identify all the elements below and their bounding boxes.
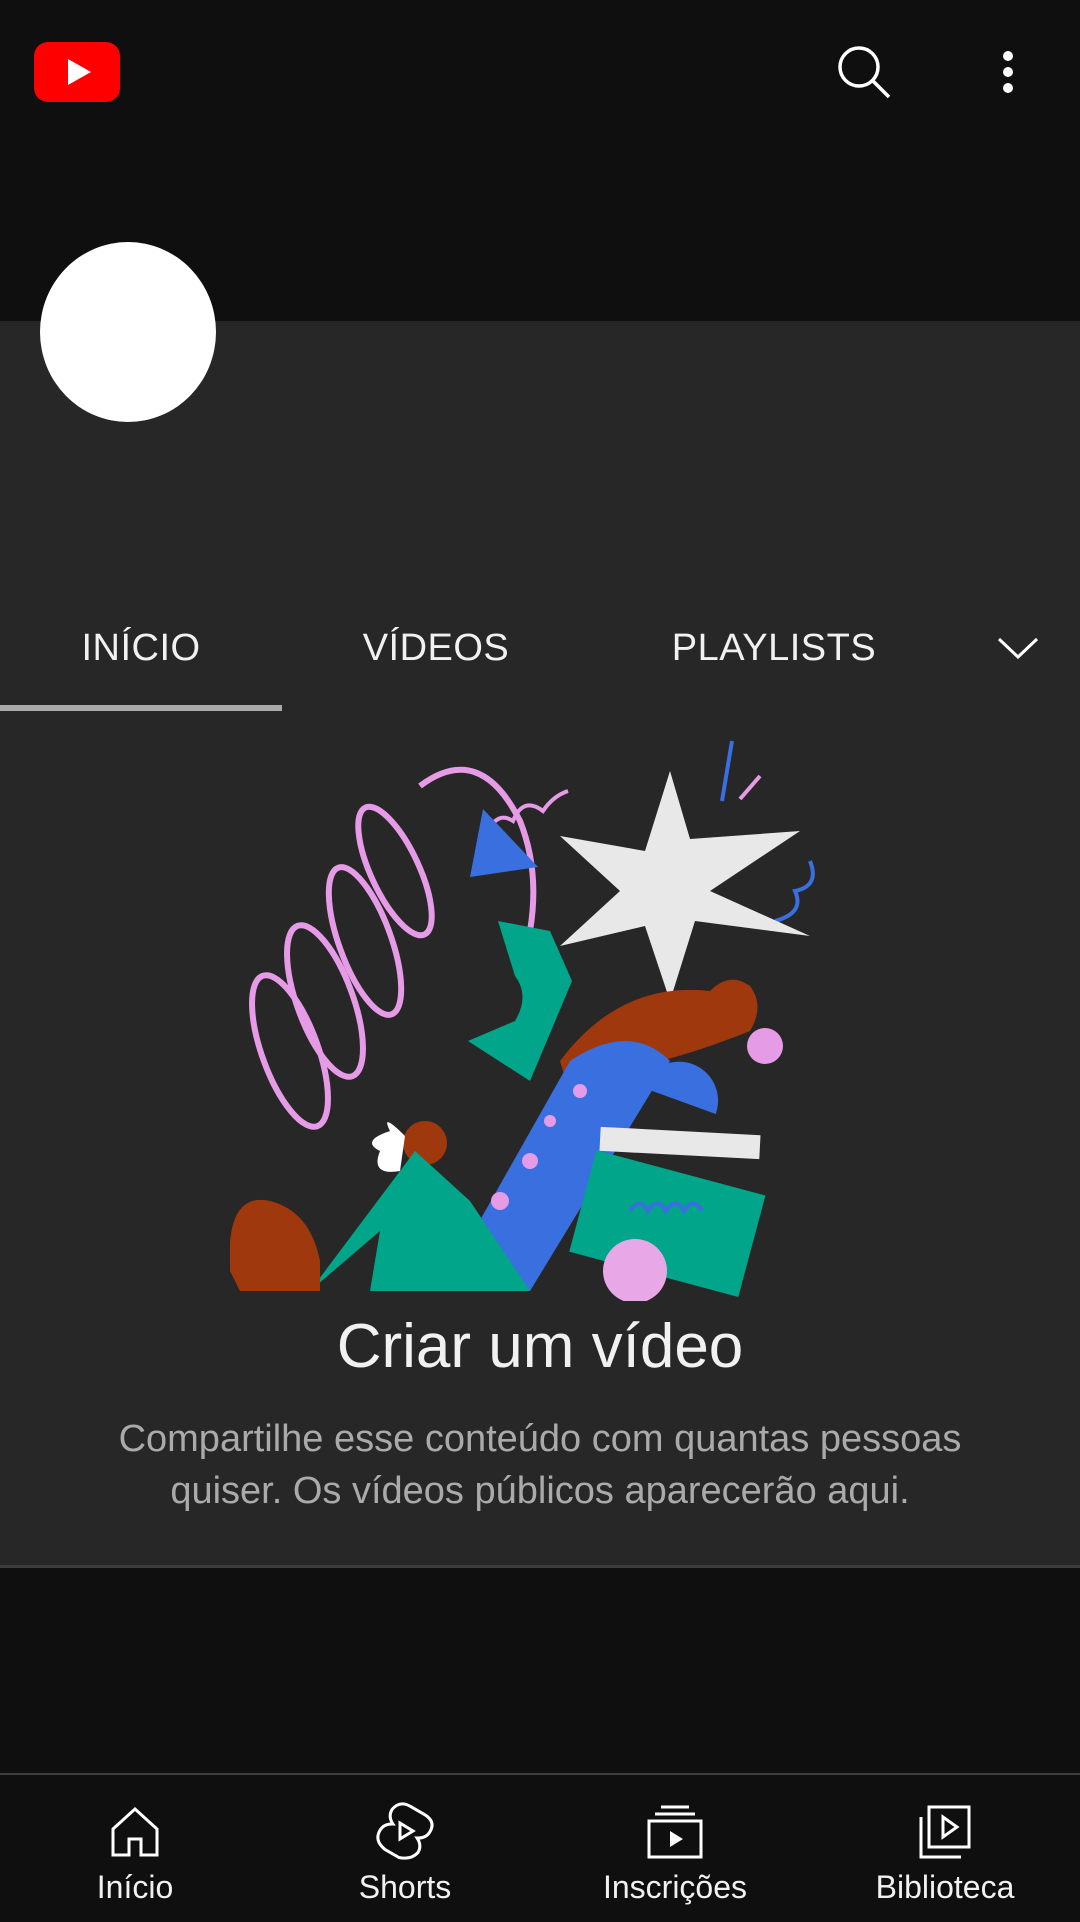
create-video-illustration <box>230 740 815 1301</box>
nav-label: Início <box>96 1869 174 1905</box>
youtube-logo[interactable] <box>34 42 120 102</box>
tab-inicio[interactable]: INÍCIO <box>0 585 282 711</box>
nav-item-shorts[interactable]: Shorts <box>270 1775 540 1922</box>
channel-tabs: INÍCIO VÍDEOS PLAYLISTS <box>0 585 1080 711</box>
nav-item-inscricoes[interactable]: Inscrições <box>540 1775 810 1922</box>
nav-label: Biblioteca <box>875 1869 1015 1905</box>
tab-playlists[interactable]: PLAYLISTS <box>590 585 958 711</box>
tab-videos[interactable]: VÍDEOS <box>282 585 590 711</box>
chevron-down-icon[interactable] <box>972 585 1064 711</box>
nav-label: Inscrições <box>602 1869 748 1905</box>
nav-label: Shorts <box>358 1869 452 1905</box>
home-icon <box>111 1806 159 1857</box>
shorts-icon <box>376 1802 434 1860</box>
library-icon <box>919 1805 971 1859</box>
page-background <box>0 1568 1080 1773</box>
search-icon[interactable] <box>828 36 900 108</box>
empty-state-description: Compartilhe esse conteúdo com quantas pe… <box>118 1418 962 1512</box>
nav-item-biblioteca[interactable]: Biblioteca <box>810 1775 1080 1922</box>
empty-state: Criar um vídeo Compartilhe esse conteúdo… <box>0 711 1080 1566</box>
nav-item-inicio[interactable]: Início <box>0 1775 270 1922</box>
channel-avatar[interactable] <box>40 242 216 422</box>
top-app-bar <box>0 0 1080 145</box>
subscriptions-icon <box>647 1805 703 1859</box>
more-vert-icon[interactable] <box>972 36 1044 108</box>
empty-state-title: Criar um vídeo <box>336 1312 744 1381</box>
bottom-navigation: Início Shorts Inscrições Biblioteca <box>0 1773 1080 1922</box>
